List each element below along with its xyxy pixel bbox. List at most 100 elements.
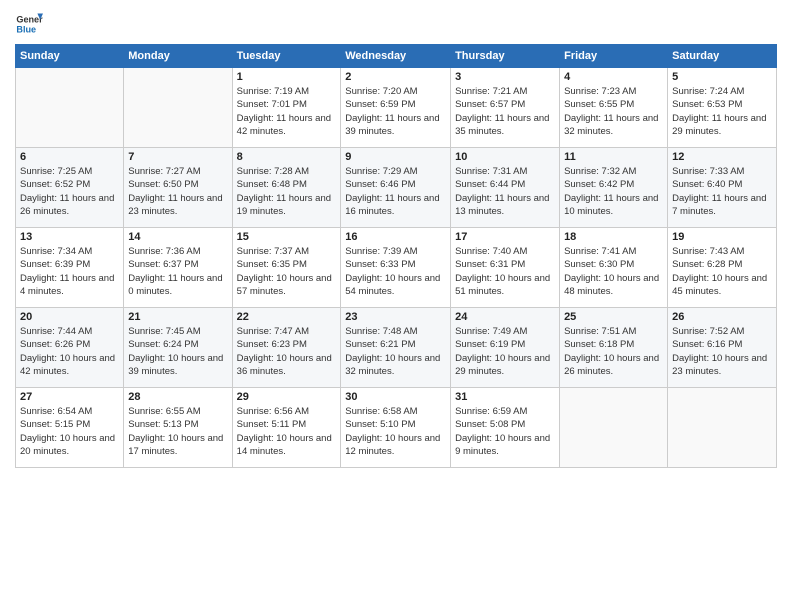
day-number: 23 — [345, 311, 446, 323]
calendar-cell: 1 Sunrise: 7:19 AM Sunset: 7:01 PM Daylig… — [232, 68, 341, 148]
day-info: Sunrise: 7:19 AM Sunset: 7:01 PM Dayligh… — [237, 85, 337, 138]
calendar-header-saturday: Saturday — [668, 45, 777, 68]
calendar-cell: 15 Sunrise: 7:37 AM Sunset: 6:35 PM Dayli… — [232, 228, 341, 308]
day-number: 29 — [237, 391, 337, 403]
day-info: Sunrise: 7:37 AM Sunset: 6:35 PM Dayligh… — [237, 245, 337, 298]
day-info: Sunrise: 7:45 AM Sunset: 6:24 PM Dayligh… — [128, 325, 227, 378]
calendar-cell — [16, 68, 124, 148]
calendar: SundayMondayTuesdayWednesdayThursdayFrid… — [15, 44, 777, 468]
calendar-cell: 25 Sunrise: 7:51 AM Sunset: 6:18 PM Dayli… — [560, 308, 668, 388]
day-info: Sunrise: 7:47 AM Sunset: 6:23 PM Dayligh… — [237, 325, 337, 378]
day-number: 28 — [128, 391, 227, 403]
calendar-cell: 21 Sunrise: 7:45 AM Sunset: 6:24 PM Dayli… — [124, 308, 232, 388]
day-info: Sunrise: 7:29 AM Sunset: 6:46 PM Dayligh… — [345, 165, 446, 218]
calendar-cell — [124, 68, 232, 148]
calendar-body: 1 Sunrise: 7:19 AM Sunset: 7:01 PM Daylig… — [16, 68, 777, 468]
calendar-week-2: 6 Sunrise: 7:25 AM Sunset: 6:52 PM Daylig… — [16, 148, 777, 228]
calendar-cell — [560, 388, 668, 468]
day-number: 16 — [345, 231, 446, 243]
calendar-cell: 22 Sunrise: 7:47 AM Sunset: 6:23 PM Dayli… — [232, 308, 341, 388]
day-number: 26 — [672, 311, 772, 323]
day-number: 31 — [455, 391, 555, 403]
day-info: Sunrise: 7:36 AM Sunset: 6:37 PM Dayligh… — [128, 245, 227, 298]
day-info: Sunrise: 7:20 AM Sunset: 6:59 PM Dayligh… — [345, 85, 446, 138]
calendar-cell: 17 Sunrise: 7:40 AM Sunset: 6:31 PM Dayli… — [451, 228, 560, 308]
calendar-cell: 28 Sunrise: 6:55 AM Sunset: 5:13 PM Dayli… — [124, 388, 232, 468]
calendar-cell: 16Sunrise: 7:39 AM Sunset: 6:33 PM Dayli… — [341, 228, 451, 308]
calendar-header-monday: Monday — [124, 45, 232, 68]
calendar-cell — [668, 388, 777, 468]
day-info: Sunrise: 7:24 AM Sunset: 6:53 PM Dayligh… — [672, 85, 772, 138]
calendar-cell: 29 Sunrise: 6:56 AM Sunset: 5:11 PM Dayli… — [232, 388, 341, 468]
day-number: 24 — [455, 311, 555, 323]
calendar-cell: 24 Sunrise: 7:49 AM Sunset: 6:19 PM Dayli… — [451, 308, 560, 388]
day-number: 18 — [564, 231, 663, 243]
day-number: 4 — [564, 71, 663, 83]
day-info: Sunrise: 7:25 AM Sunset: 6:52 PM Dayligh… — [20, 165, 119, 218]
calendar-cell: 6 Sunrise: 7:25 AM Sunset: 6:52 PM Daylig… — [16, 148, 124, 228]
page: General Blue SundayMondayTuesdayWednesda… — [0, 0, 792, 612]
day-number: 25 — [564, 311, 663, 323]
calendar-cell: 10 Sunrise: 7:31 AM Sunset: 6:44 PM Dayli… — [451, 148, 560, 228]
day-number: 12 — [672, 151, 772, 163]
day-info: Sunrise: 7:51 AM Sunset: 6:18 PM Dayligh… — [564, 325, 663, 378]
day-number: 10 — [455, 151, 555, 163]
calendar-header-friday: Friday — [560, 45, 668, 68]
day-number: 3 — [455, 71, 555, 83]
day-info: Sunrise: 7:21 AM Sunset: 6:57 PM Dayligh… — [455, 85, 555, 138]
calendar-week-3: 13 Sunrise: 7:34 AM Sunset: 6:39 PM Dayli… — [16, 228, 777, 308]
day-number: 30 — [345, 391, 446, 403]
day-number: 22 — [237, 311, 337, 323]
day-info: Sunrise: 7:49 AM Sunset: 6:19 PM Dayligh… — [455, 325, 555, 378]
calendar-cell: 12Sunrise: 7:33 AM Sunset: 6:40 PM Dayli… — [668, 148, 777, 228]
day-number: 9 — [345, 151, 446, 163]
day-info: Sunrise: 7:28 AM Sunset: 6:48 PM Dayligh… — [237, 165, 337, 218]
calendar-cell: 26 Sunrise: 7:52 AM Sunset: 6:16 PM Dayli… — [668, 308, 777, 388]
day-number: 13 — [20, 231, 119, 243]
svg-text:Blue: Blue — [16, 24, 36, 34]
day-number: 8 — [237, 151, 337, 163]
day-info: Sunrise: 7:40 AM Sunset: 6:31 PM Dayligh… — [455, 245, 555, 298]
day-info: Sunrise: 7:27 AM Sunset: 6:50 PM Dayligh… — [128, 165, 227, 218]
day-number: 6 — [20, 151, 119, 163]
calendar-cell: 18 Sunrise: 7:41 AM Sunset: 6:30 PM Dayli… — [560, 228, 668, 308]
logo: General Blue — [15, 10, 43, 38]
day-info: Sunrise: 7:44 AM Sunset: 6:26 PM Dayligh… — [20, 325, 119, 378]
day-number: 27 — [20, 391, 119, 403]
calendar-cell: 14 Sunrise: 7:36 AM Sunset: 6:37 PM Dayli… — [124, 228, 232, 308]
day-info: Sunrise: 7:41 AM Sunset: 6:30 PM Dayligh… — [564, 245, 663, 298]
day-info: Sunrise: 6:55 AM Sunset: 5:13 PM Dayligh… — [128, 405, 227, 458]
day-number: 20 — [20, 311, 119, 323]
day-number: 17 — [455, 231, 555, 243]
day-number: 21 — [128, 311, 227, 323]
day-number: 2 — [345, 71, 446, 83]
day-info: Sunrise: 7:31 AM Sunset: 6:44 PM Dayligh… — [455, 165, 555, 218]
day-info: Sunrise: 7:48 AM Sunset: 6:21 PM Dayligh… — [345, 325, 446, 378]
calendar-cell: 7 Sunrise: 7:27 AM Sunset: 6:50 PM Daylig… — [124, 148, 232, 228]
day-number: 14 — [128, 231, 227, 243]
header: General Blue — [15, 10, 777, 38]
calendar-cell: 30 Sunrise: 6:58 AM Sunset: 5:10 PM Dayli… — [341, 388, 451, 468]
day-info: Sunrise: 7:32 AM Sunset: 6:42 PM Dayligh… — [564, 165, 663, 218]
day-info: Sunrise: 7:52 AM Sunset: 6:16 PM Dayligh… — [672, 325, 772, 378]
day-info: Sunrise: 6:58 AM Sunset: 5:10 PM Dayligh… — [345, 405, 446, 458]
calendar-cell: 27 Sunrise: 6:54 AM Sunset: 5:15 PM Dayli… — [16, 388, 124, 468]
day-info: Sunrise: 6:54 AM Sunset: 5:15 PM Dayligh… — [20, 405, 119, 458]
calendar-week-1: 1 Sunrise: 7:19 AM Sunset: 7:01 PM Daylig… — [16, 68, 777, 148]
day-number: 15 — [237, 231, 337, 243]
calendar-cell: 20 Sunrise: 7:44 AM Sunset: 6:26 PM Dayli… — [16, 308, 124, 388]
day-number: 5 — [672, 71, 772, 83]
day-number: 7 — [128, 151, 227, 163]
calendar-week-4: 20 Sunrise: 7:44 AM Sunset: 6:26 PM Dayli… — [16, 308, 777, 388]
day-info: Sunrise: 7:34 AM Sunset: 6:39 PM Dayligh… — [20, 245, 119, 298]
calendar-header-thursday: Thursday — [451, 45, 560, 68]
logo-icon: General Blue — [15, 10, 43, 38]
calendar-cell: 2 Sunrise: 7:20 AM Sunset: 6:59 PM Daylig… — [341, 68, 451, 148]
calendar-header-sunday: Sunday — [16, 45, 124, 68]
calendar-week-5: 27 Sunrise: 6:54 AM Sunset: 5:15 PM Dayli… — [16, 388, 777, 468]
day-number: 19 — [672, 231, 772, 243]
calendar-cell: 9 Sunrise: 7:29 AM Sunset: 6:46 PM Daylig… — [341, 148, 451, 228]
day-info: Sunrise: 6:56 AM Sunset: 5:11 PM Dayligh… — [237, 405, 337, 458]
day-number: 11 — [564, 151, 663, 163]
day-number: 1 — [237, 71, 337, 83]
